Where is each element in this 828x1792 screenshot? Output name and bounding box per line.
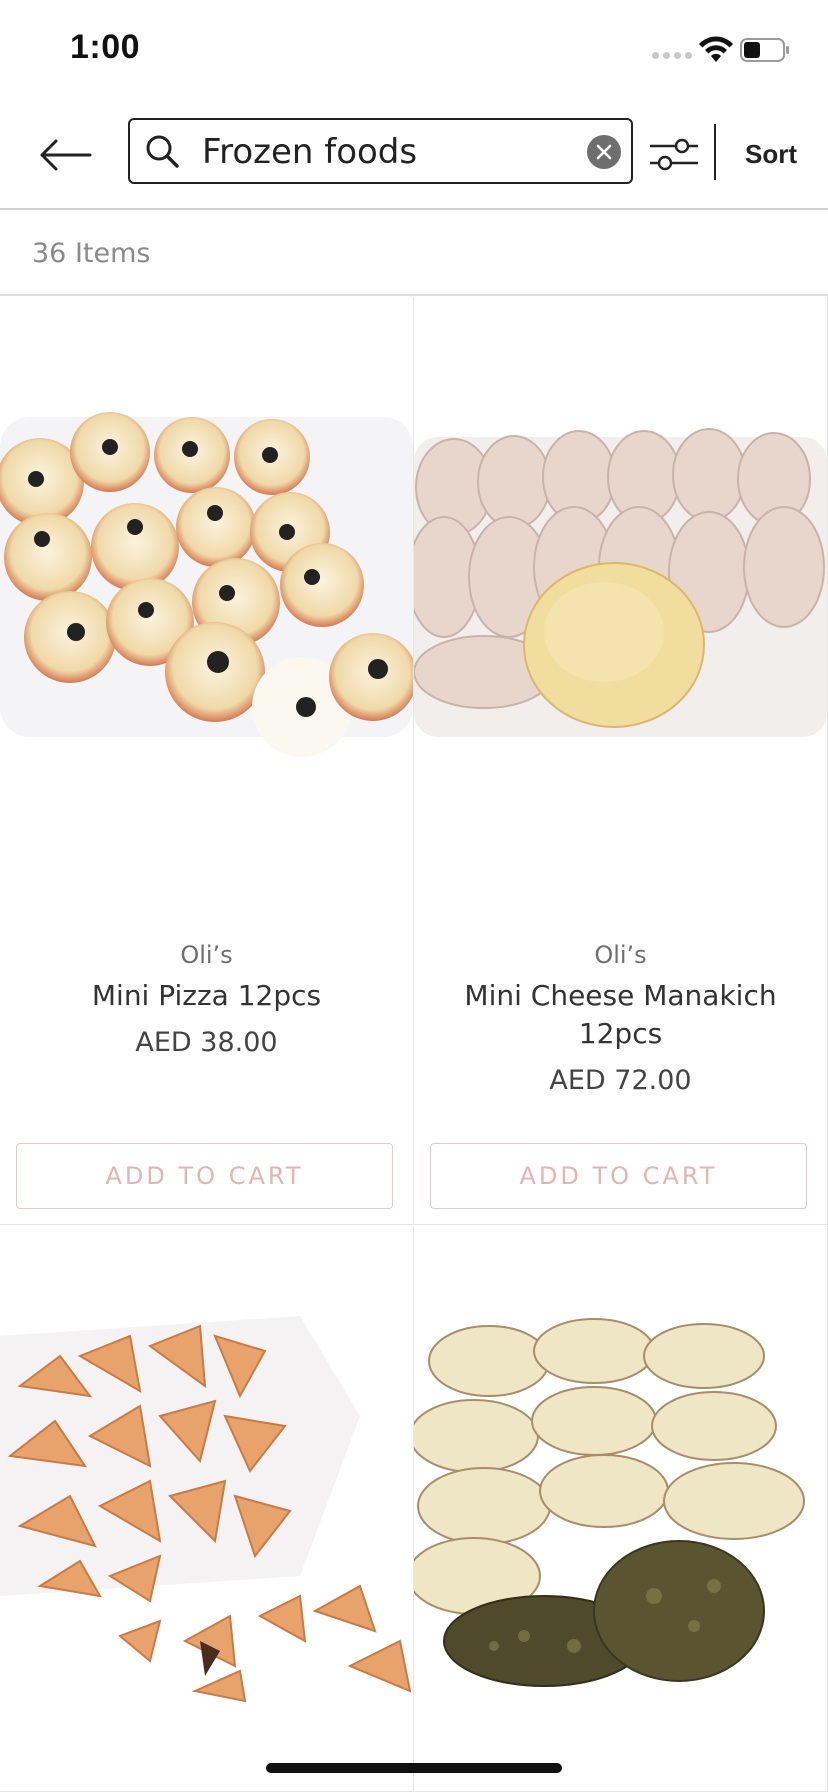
status-time: 1:00: [70, 28, 141, 66]
product-card[interactable]: [0, 1226, 414, 1792]
back-button[interactable]: [30, 128, 100, 182]
sort-button[interactable]: Sort: [726, 128, 816, 180]
add-to-cart-button[interactable]: ADD TO CART: [430, 1143, 807, 1209]
search-icon: [146, 135, 179, 168]
product-image[interactable]: [0, 1296, 413, 1716]
search-box[interactable]: [128, 118, 633, 184]
product-image[interactable]: [0, 397, 413, 777]
add-to-cart-button[interactable]: ADD TO CART: [16, 1143, 393, 1209]
search-header: Sort: [0, 100, 828, 210]
close-icon: [596, 144, 612, 160]
product-name[interactable]: Mini Pizza 12pcs: [20, 977, 393, 1015]
filter-sliders-icon[interactable]: [648, 130, 700, 178]
product-image[interactable]: [414, 1306, 827, 1706]
product-price: AED 72.00: [549, 1065, 692, 1096]
product-grid: Oli’s Mini Pizza 12pcs AED 38.00 ADD TO …: [0, 297, 828, 1792]
search-input[interactable]: [202, 128, 562, 176]
battery-icon: [740, 38, 789, 62]
back-arrow-icon: [40, 139, 92, 171]
product-card[interactable]: Oli’s Mini Cheese Manakich 12pcs AED 72.…: [414, 297, 828, 1225]
item-count: 36 Items: [32, 238, 151, 269]
clear-search-button[interactable]: [587, 135, 621, 169]
product-brand: Oli’s: [594, 941, 647, 969]
product-image[interactable]: [414, 427, 827, 787]
product-price: AED 38.00: [135, 1027, 278, 1058]
product-card[interactable]: Oli’s Mini Pizza 12pcs AED 38.00 ADD TO …: [0, 297, 414, 1225]
product-name[interactable]: Mini Cheese Manakich 12pcs: [434, 977, 807, 1053]
screen: 1:00 Frozen foods Sort 36 Items Oli’s Mi…: [0, 0, 828, 1792]
status-bar: 1:00: [0, 0, 828, 100]
home-indicator: [266, 1763, 562, 1773]
product-brand: Oli’s: [180, 941, 233, 969]
results-count-bar: 36 Items: [0, 212, 828, 296]
wifi-icon: [699, 36, 733, 62]
cellular-signal-icon: [652, 52, 692, 59]
toolbar-divider: [714, 124, 716, 180]
product-card[interactable]: [414, 1226, 828, 1792]
